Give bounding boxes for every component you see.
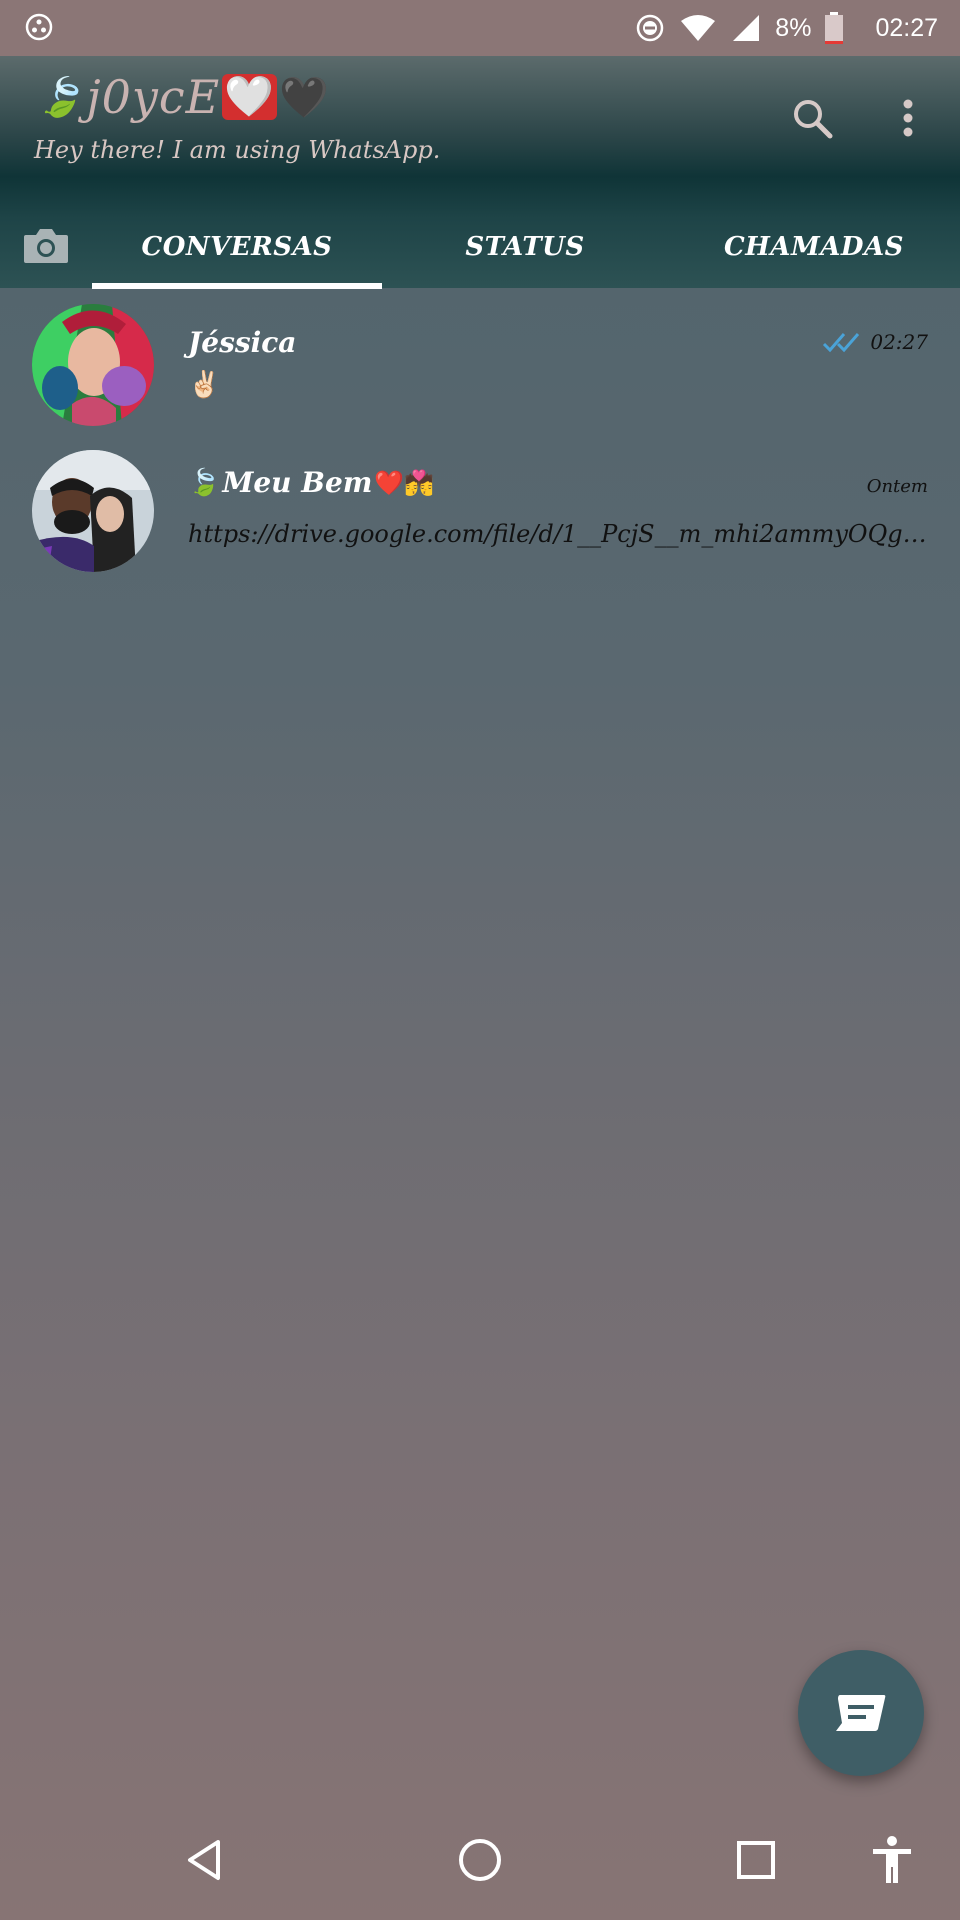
avatar[interactable] (32, 450, 154, 572)
avatar-image (32, 304, 154, 426)
chat-row[interactable]: 🍃 Meu Bem ❤️💏 Ontem https://drive.google… (0, 436, 960, 582)
chat-time-wrap: Ontem (867, 476, 928, 497)
heart-black-emoji: 🖤 (279, 74, 330, 121)
chat-row[interactable]: Jéssica 02:27 ✌🏻 (0, 290, 960, 436)
status-bar: 8% 02:27 (0, 0, 960, 56)
avatar-image (32, 450, 154, 572)
battery-icon (825, 12, 844, 44)
leaf-emoji: 🍃 (188, 467, 221, 498)
back-icon (188, 1840, 220, 1880)
chat-last-message: ✌🏻 (188, 370, 221, 400)
title-text: j0ycE (86, 70, 221, 124)
home-button[interactable] (448, 1828, 512, 1892)
chat-time: 02:27 (870, 330, 928, 354)
accessibility-icon (873, 1836, 911, 1883)
heart-emoji: ❤️💏 (374, 468, 435, 497)
chat-time-wrap: 02:27 (822, 330, 928, 354)
wifi-icon (681, 15, 716, 41)
more-vert-icon (903, 99, 913, 137)
search-button[interactable] (786, 92, 838, 144)
active-tab-indicator (92, 283, 382, 289)
chat-name: Meu Bem (222, 466, 373, 499)
system-nav-bar (0, 1800, 960, 1920)
new-chat-button[interactable] (798, 1650, 924, 1776)
tab-status[interactable]: STATUS (382, 205, 668, 289)
notification-icon (25, 13, 53, 41)
dnd-icon (637, 14, 664, 42)
chat-name: Jéssica (188, 326, 297, 359)
chat-time: Ontem (866, 476, 928, 497)
leaf-emoji: 🍃 (36, 74, 85, 119)
profile-subtitle: Hey there! I am using WhatsApp. (34, 136, 441, 164)
heart-white-emoji: 🤍 (222, 74, 277, 120)
back-button[interactable] (172, 1828, 236, 1892)
more-options-button[interactable] (888, 92, 928, 144)
tab-chamadas[interactable]: CHAMADAS (668, 205, 960, 289)
camera-button[interactable] (20, 219, 72, 271)
double-check-icon (823, 333, 860, 353)
recents-icon (737, 1841, 775, 1879)
chat-last-message: https://drive.google.com/file/d/1__PcjS_… (188, 520, 928, 548)
chat-name-wrap: 🍃 Meu Bem ❤️💏 (188, 466, 434, 499)
message-icon (836, 1695, 886, 1731)
profile-title[interactable]: 🍃 j0ycE 🤍 🖤 (36, 70, 330, 124)
home-icon (459, 1839, 501, 1881)
camera-icon (24, 229, 68, 263)
tab-conversas[interactable]: CONVERSAS (92, 205, 382, 289)
tab-bar: CONVERSAS STATUS CHAMADAS (0, 205, 960, 289)
clock: 02:27 (875, 13, 938, 42)
avatar[interactable] (32, 304, 154, 426)
search-icon (794, 100, 833, 139)
battery-percent: 8% (775, 13, 812, 42)
accessibility-button[interactable] (860, 1828, 924, 1892)
signal-icon (733, 15, 760, 41)
recents-button[interactable] (724, 1828, 788, 1892)
